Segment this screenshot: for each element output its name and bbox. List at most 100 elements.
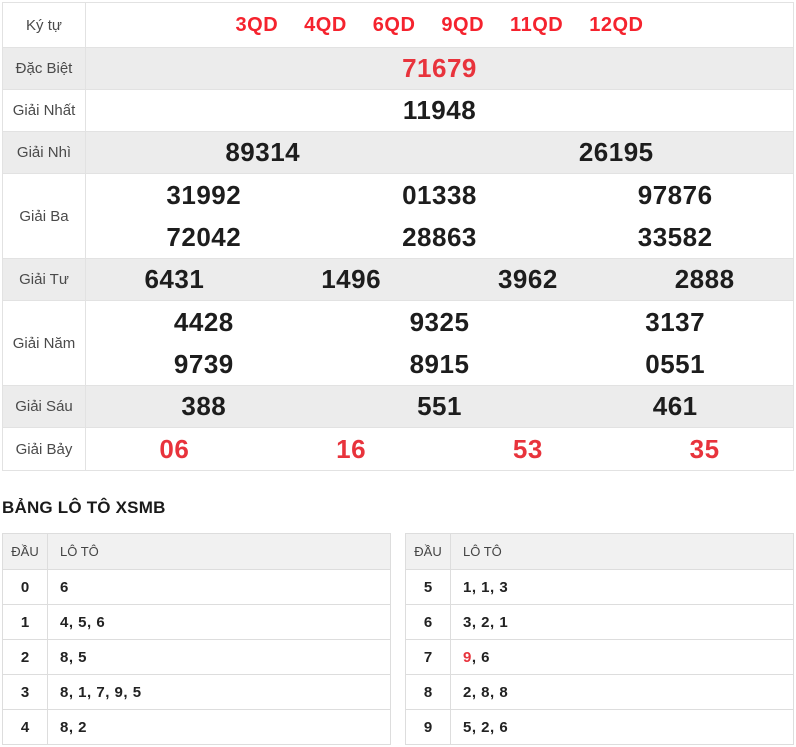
prize-row-giai-nam: Giải Năm 4428 9325 3137 9739 8915 0551 <box>3 301 793 386</box>
prize-row-giai-nhat: Giải Nhất 11948 <box>3 90 793 132</box>
loto-values: 1, 1, 3 <box>463 578 509 596</box>
prize-row-label: Giải Sáu <box>3 386 86 427</box>
prize-row-values: 11948 <box>86 90 793 131</box>
loto-values: , 6 <box>471 648 491 666</box>
prize-row-giai-nhi: Giải Nhì 89314 26195 <box>3 132 793 174</box>
loto-table-right: ĐẦU LÔ TÔ 5 1, 1, 3 6 3, 2, 1 7 9, 6 8 2… <box>405 533 794 745</box>
prize-number: 33582 <box>637 221 713 252</box>
prize-number: 551 <box>417 391 462 421</box>
prize-line: 72042 28863 33582 <box>86 216 793 258</box>
loto-row: 9 5, 2, 6 <box>405 709 794 745</box>
loto-values: 8, 5 <box>60 648 88 666</box>
prize-number: 11948 <box>402 95 477 125</box>
prize-row-giai-bay: Giải Bảy 06 16 53 35 <box>3 428 793 470</box>
loto-dau-cell: 5 <box>405 569 451 605</box>
prize-row-label: Giải Bảy <box>3 428 86 470</box>
loto-row: 4 8, 2 <box>2 709 391 745</box>
loto-row: 5 1, 1, 3 <box>405 569 794 605</box>
loto-dau-cell: 7 <box>405 639 451 675</box>
ticket-code: 4QD <box>304 13 347 36</box>
loto-values-cell: 6 <box>47 569 391 605</box>
prize-row-label: Giải Ba <box>3 174 86 258</box>
prize-number: 0551 <box>645 348 706 379</box>
loto-values: 5, 2, 6 <box>463 718 509 736</box>
prize-number: 3962 <box>497 264 558 294</box>
prize-number: 26195 <box>578 137 654 167</box>
loto-col-header-dau: ĐẦU <box>405 533 451 570</box>
prize-number: 2888 <box>674 264 735 294</box>
prize-number: 28863 <box>402 221 477 252</box>
loto-dau-cell: 6 <box>405 604 451 640</box>
ticket-code: 11QD <box>510 13 564 36</box>
loto-values: 8, 1, 7, 9, 5 <box>60 683 142 701</box>
loto-dau-cell: 4 <box>2 709 48 745</box>
prize-number: 3137 <box>645 306 706 337</box>
loto-values: 4, 5, 6 <box>60 613 106 631</box>
prize-line: 9739 8915 0551 <box>86 343 793 385</box>
prize-number: 01338 <box>402 179 477 210</box>
loto-col-header-loto: LÔ TÔ <box>450 533 794 570</box>
prize-line: 4428 9325 3137 <box>86 301 793 343</box>
prize-number: 4428 <box>173 306 234 337</box>
prize-table: Ký tự 3QD 4QD 6QD 9QD 11QD 12QD Đặc Biệt… <box>2 2 794 471</box>
prize-number: 06 <box>159 433 190 464</box>
prize-number: 89314 <box>225 137 301 167</box>
loto-dau-cell: 0 <box>2 569 48 605</box>
prize-number: 9325 <box>409 306 470 337</box>
prize-number: 16 <box>336 433 367 464</box>
loto-header-row: ĐẦU LÔ TÔ <box>2 533 391 570</box>
prize-row-values: 71679 <box>86 48 793 89</box>
prize-row-giai-sau: Giải Sáu 388 551 461 <box>3 386 793 428</box>
prize-number: 31992 <box>166 179 242 210</box>
prize-row-values: 3QD 4QD 6QD 9QD 11QD 12QD <box>86 3 793 47</box>
loto-row: 1 4, 5, 6 <box>2 604 391 640</box>
loto-dau-cell: 8 <box>405 674 451 710</box>
ticket-code: 9QD <box>441 13 485 36</box>
loto-row: 2 8, 5 <box>2 639 391 675</box>
loto-row: 0 6 <box>2 569 391 605</box>
prize-number: 53 <box>512 433 543 464</box>
prize-row-values: 4428 9325 3137 9739 8915 0551 <box>86 301 793 385</box>
loto-values: 8, 2 <box>60 718 88 736</box>
ticket-code: 12QD <box>589 13 644 36</box>
prize-row-values: 89314 26195 <box>86 132 793 173</box>
prize-number: 6431 <box>144 264 205 294</box>
prize-number: 388 <box>181 391 227 421</box>
ticket-code: 6QD <box>372 13 416 36</box>
prize-row-label: Giải Nhất <box>3 90 86 131</box>
prize-row-label: Giải Tư <box>3 259 86 300</box>
prize-line: 31992 01338 97876 <box>86 174 793 216</box>
prize-row-label: Giải Nhì <box>3 132 86 173</box>
loto-col-header-dau: ĐẦU <box>2 533 48 570</box>
loto-row: 8 2, 8, 8 <box>405 674 794 710</box>
loto-values-cell: 5, 2, 6 <box>450 709 794 745</box>
prize-row-label: Đặc Biệt <box>3 48 86 89</box>
prize-row-label: Ký tự <box>3 3 86 47</box>
loto-row: 3 8, 1, 7, 9, 5 <box>2 674 391 710</box>
prize-row-values: 06 16 53 35 <box>86 428 793 470</box>
loto-section-title: BẢNG LÔ TÔ XSMB <box>2 498 166 517</box>
prize-row-giai-tu: Giải Tư 6431 1496 3962 2888 <box>3 259 793 301</box>
prize-row-giai-ba: Giải Ba 31992 01338 97876 72042 28863 33… <box>3 174 793 259</box>
loto-values-cell: 4, 5, 6 <box>47 604 391 640</box>
prize-number: 461 <box>652 391 698 421</box>
loto-values-cell: 8, 5 <box>47 639 391 675</box>
loto-red-value: 9 <box>463 648 472 666</box>
loto-table-left: ĐẦU LÔ TÔ 0 6 1 4, 5, 6 2 8, 5 3 8, 1, 7… <box>2 533 391 745</box>
loto-values: 6 <box>60 578 69 596</box>
loto-values-cell: 8, 1, 7, 9, 5 <box>47 674 391 710</box>
loto-dau-cell: 3 <box>2 674 48 710</box>
loto-values-cell: 2, 8, 8 <box>450 674 794 710</box>
prize-row-ky-tu: Ký tự 3QD 4QD 6QD 9QD 11QD 12QD <box>3 3 793 48</box>
prize-number: 35 <box>689 433 720 464</box>
prize-row-values: 31992 01338 97876 72042 28863 33582 <box>86 174 793 258</box>
loto-row: 6 3, 2, 1 <box>405 604 794 640</box>
prize-number: 9739 <box>173 348 234 379</box>
loto-row: 7 9, 6 <box>405 639 794 675</box>
prize-row-dac-biet: Đặc Biệt 71679 <box>3 48 793 90</box>
loto-col-header-loto: LÔ TÔ <box>47 533 391 570</box>
loto-tables: ĐẦU LÔ TÔ 0 6 1 4, 5, 6 2 8, 5 3 8, 1, 7… <box>2 533 794 745</box>
loto-values: 2, 8, 8 <box>463 683 509 701</box>
loto-values: 3, 2, 1 <box>463 613 509 631</box>
prize-number: 72042 <box>166 221 242 252</box>
